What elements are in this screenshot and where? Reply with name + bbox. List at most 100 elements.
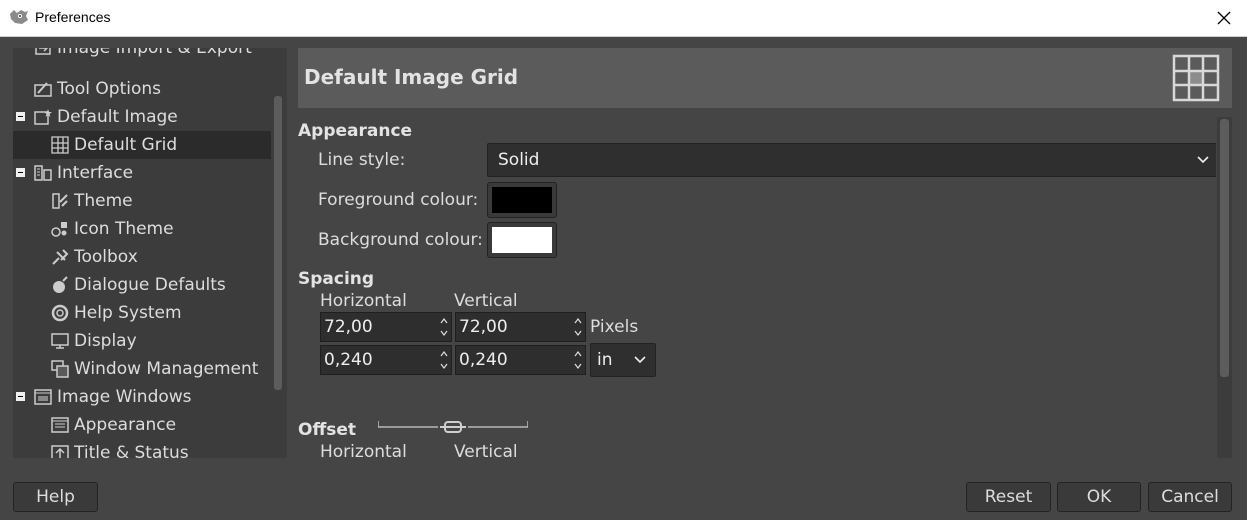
- dialogue-defaults-icon: [50, 275, 70, 295]
- collapse-expander-icon[interactable]: [16, 392, 25, 401]
- default-image-icon: [33, 107, 53, 127]
- tree-scrollbar[interactable]: [271, 48, 287, 458]
- offset-vertical-label: Vertical: [454, 442, 518, 462]
- tree-item-label: Interface: [57, 163, 134, 183]
- tree-item-default-grid[interactable]: Default Grid: [13, 131, 271, 159]
- close-icon: [1217, 11, 1231, 25]
- image-windows-icon: [33, 387, 53, 407]
- foreground-colour-swatch: [492, 187, 552, 213]
- import-export-icon: [33, 48, 53, 58]
- collapse-expander-icon[interactable]: [16, 168, 25, 177]
- help-system-icon: [50, 303, 70, 323]
- content-scrollbar[interactable]: [1217, 117, 1232, 458]
- icon-theme-icon: [50, 219, 70, 239]
- title-status-icon: [50, 443, 70, 458]
- foreground-colour-label: Foreground colour:: [318, 190, 479, 210]
- help-button[interactable]: Help: [13, 482, 98, 512]
- content-scrollbar-thumb[interactable]: [1220, 119, 1229, 377]
- spacing-horizontal-in-spin[interactable]: 0,240: [320, 345, 452, 375]
- tree-item-label: Display: [74, 331, 137, 351]
- tree-item-theme[interactable]: Theme: [13, 187, 271, 215]
- tree-item-label: Theme: [74, 191, 133, 211]
- theme-icon: [50, 191, 70, 211]
- tree-item-label: Default Grid: [74, 135, 178, 155]
- line-style-value: Solid: [498, 150, 540, 170]
- tree-item-help-system[interactable]: Help System: [13, 299, 271, 327]
- tree-item-toolbox[interactable]: Toolbox: [13, 243, 271, 271]
- tree-item-appearance[interactable]: Appearance: [13, 411, 271, 439]
- tree-item-label: Image Windows: [57, 387, 192, 407]
- line-style-label: Line style:: [318, 150, 406, 170]
- tree-item-label: Title & Status: [74, 443, 189, 458]
- spacing-vertical-in-spin[interactable]: 0,240: [455, 345, 586, 375]
- cancel-button[interactable]: Cancel: [1148, 482, 1232, 512]
- page-title: Default Image Grid: [304, 65, 519, 89]
- reset-button[interactable]: Reset: [966, 482, 1051, 512]
- interface-icon: [33, 163, 53, 183]
- preferences-dialog: Image Import & Export Tool Options Defau…: [0, 37, 1247, 520]
- gimp-app-icon: [8, 8, 30, 26]
- tree-item-label: Image Import & Export: [57, 48, 252, 58]
- tree-item-window-management[interactable]: Window Management: [13, 355, 271, 383]
- unit-value: in: [597, 350, 613, 370]
- tool-options-icon: [33, 79, 53, 99]
- spin-arrows-icon[interactable]: [572, 347, 584, 373]
- chevron-down-icon: [634, 356, 646, 364]
- spin-value: 0,240: [459, 350, 508, 370]
- tree-item-title-status[interactable]: Title & Status: [13, 439, 271, 458]
- chevron-down-icon: [1197, 156, 1209, 164]
- tree-item-label: Default Image: [57, 107, 178, 127]
- spin-arrows-icon[interactable]: [438, 347, 450, 373]
- spin-arrows-icon[interactable]: [572, 314, 584, 340]
- unit-combo[interactable]: in: [590, 343, 656, 377]
- offset-horizontal-label: Horizontal: [320, 442, 407, 462]
- page-header: Default Image Grid: [298, 48, 1232, 108]
- offset-heading-visible: Offset: [298, 420, 356, 440]
- tree-item-display[interactable]: Display: [13, 327, 271, 355]
- tree-item-dialogue-defaults[interactable]: Dialogue Defaults: [13, 271, 271, 299]
- ok-button[interactable]: OK: [1057, 482, 1141, 512]
- background-colour-label: Background colour:: [318, 230, 483, 250]
- tree-item-icon-theme[interactable]: Icon Theme: [13, 215, 271, 243]
- grid-page-icon: [1172, 54, 1220, 102]
- tree-item-label: Window Management: [74, 359, 259, 379]
- spacing-vertical-label: Vertical: [454, 291, 518, 311]
- grid-settings-panel: Appearance Line style: Solid Foreground …: [298, 117, 1216, 458]
- appearance-heading: Appearance: [298, 121, 413, 141]
- chain-link-button[interactable]: [378, 419, 528, 435]
- toolbox-icon: [50, 247, 70, 267]
- spin-arrows-icon[interactable]: [438, 314, 450, 340]
- display-icon: [50, 331, 70, 351]
- tree-item-label: Dialogue Defaults: [74, 275, 226, 295]
- tree-item-label: Help System: [74, 303, 182, 323]
- tree-scrollbar-thumb[interactable]: [274, 96, 282, 390]
- tree-item-tool-options[interactable]: Tool Options: [13, 75, 271, 103]
- background-colour-button[interactable]: [487, 222, 557, 258]
- window-management-icon: [50, 359, 70, 379]
- spin-value: 0,240: [324, 350, 373, 370]
- spacing-horizontal-label: Horizontal: [320, 291, 407, 311]
- spacing-horizontal-pixels-spin[interactable]: 72,00: [320, 312, 452, 342]
- background-colour-swatch: [492, 227, 552, 253]
- tree-item-label: Icon Theme: [74, 219, 174, 239]
- tree-item-label: Toolbox: [74, 247, 138, 267]
- category-tree[interactable]: Image Import & Export Tool Options Defau…: [13, 48, 271, 458]
- window-title: Preferences: [35, 9, 111, 25]
- tree-item-default-image[interactable]: Default Image: [13, 103, 271, 131]
- tree-item-image-windows[interactable]: Image Windows: [13, 383, 271, 411]
- collapse-expander-icon[interactable]: [16, 112, 25, 121]
- tree-item-label: Appearance: [74, 415, 177, 435]
- appearance-icon: [50, 415, 70, 435]
- tree-item-image-import-export[interactable]: Image Import & Export: [13, 48, 271, 62]
- spacing-heading: Spacing: [298, 269, 375, 289]
- spin-value: 72,00: [459, 317, 508, 337]
- close-button[interactable]: [1201, 0, 1247, 36]
- spacing-vertical-pixels-spin[interactable]: 72,00: [455, 312, 586, 342]
- spin-value: 72,00: [324, 317, 373, 337]
- title-bar: Preferences: [0, 0, 1247, 37]
- pixels-unit-label: Pixels: [590, 317, 639, 337]
- line-style-combo[interactable]: Solid: [487, 143, 1216, 177]
- tree-item-interface[interactable]: Interface: [13, 159, 271, 187]
- foreground-colour-button[interactable]: [487, 182, 557, 218]
- grid-icon: [50, 135, 70, 155]
